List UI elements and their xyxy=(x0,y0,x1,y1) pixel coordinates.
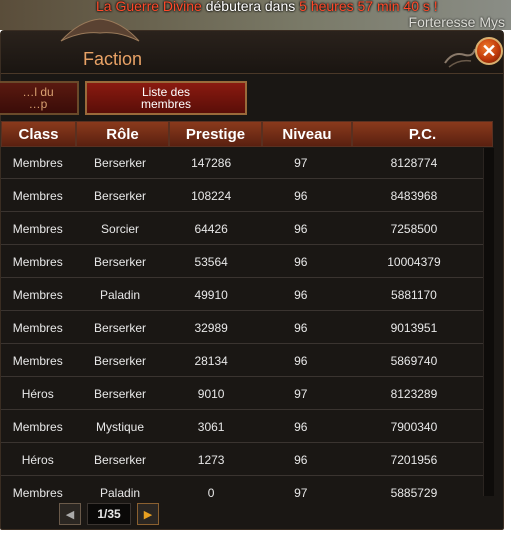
cell-level: 97 xyxy=(294,387,308,401)
cell-pc: 7201956 xyxy=(390,453,438,467)
cell-class: Membres xyxy=(12,189,63,203)
table-row[interactable]: Héros Berserker 1273 96 7201956 xyxy=(1,445,483,476)
cell-prestige: 49910 xyxy=(194,288,228,302)
column-header-pc[interactable]: P.C. xyxy=(352,121,493,147)
cell-role: Berserker xyxy=(94,156,147,170)
member-table-body: Membres Berserker 147286 97 8128774 Membres Be… xyxy=(1,148,483,498)
cell-level: 97 xyxy=(294,156,308,170)
map-place-label: Forteresse Mys xyxy=(408,14,505,30)
cell-prestige: 3061 xyxy=(197,420,225,434)
cell-role: Berserker xyxy=(94,189,147,203)
cell-class: Membres xyxy=(12,420,63,434)
cell-prestige: 108224 xyxy=(191,189,232,203)
table-row[interactable]: Membres Berserker 108224 96 8483968 xyxy=(1,181,483,212)
table-row[interactable]: Membres Paladin 49910 96 5881170 xyxy=(1,280,483,311)
cell-level: 96 xyxy=(294,288,308,302)
cell-prestige: 53564 xyxy=(194,255,228,269)
cell-pc: 8128774 xyxy=(390,156,438,170)
tab-member-list[interactable]: Liste des membres xyxy=(85,81,247,115)
cell-prestige: 64426 xyxy=(194,222,228,236)
cell-pc: 5885729 xyxy=(390,486,438,498)
cell-class: Membres xyxy=(12,321,63,335)
column-header-prestige[interactable]: Prestige xyxy=(169,121,262,147)
cell-class: Membres xyxy=(12,156,63,170)
cell-pc: 8123289 xyxy=(390,387,438,401)
pagination: ◀ 1/35 ▶ xyxy=(59,503,159,525)
next-arrow-icon: ▶ xyxy=(143,508,153,521)
prev-arrow-icon: ◀ xyxy=(65,508,75,521)
cell-role: Mystique xyxy=(96,420,145,434)
cell-class: Membres xyxy=(12,486,63,498)
cell-level: 96 xyxy=(294,222,308,236)
table-row[interactable]: Héros Berserker 9010 97 8123289 xyxy=(1,379,483,410)
cell-pc: 7258500 xyxy=(390,222,438,236)
tab-label: Liste des membres xyxy=(140,85,191,111)
prev-page-button[interactable]: ◀ xyxy=(59,503,81,525)
cell-pc: 9013951 xyxy=(390,321,438,335)
cell-prestige: 28134 xyxy=(194,354,228,368)
wing-ornament-icon xyxy=(60,18,140,42)
event-name: La Guerre Divine xyxy=(96,0,202,14)
cell-pc: 5869740 xyxy=(390,354,438,368)
table-header: Class Rôle Prestige Niveau P.C. xyxy=(1,121,493,147)
cell-level: 96 xyxy=(294,354,308,368)
cell-pc: 8483968 xyxy=(390,189,438,203)
cell-level: 96 xyxy=(294,321,308,335)
cell-role: Sorcier xyxy=(101,222,140,236)
table-row[interactable]: Membres Paladin 0 97 5885729 xyxy=(1,478,483,498)
cell-role: Berserker xyxy=(94,387,147,401)
column-header-class[interactable]: Class xyxy=(1,121,76,147)
cell-role: Berserker xyxy=(94,354,147,368)
cell-pc: 5881170 xyxy=(391,288,437,302)
cell-role: Paladin xyxy=(100,288,141,302)
faction-window: Faction ✕ …l du …p Liste des membres Cla… xyxy=(0,18,504,530)
table-row[interactable]: Membres Berserker 147286 97 8128774 xyxy=(1,148,483,179)
column-header-role[interactable]: Rôle xyxy=(76,121,169,147)
flourish-icon xyxy=(444,48,476,68)
table-row[interactable]: Membres Berserker 28134 96 5869740 xyxy=(1,346,483,377)
cell-prestige: 1273 xyxy=(197,453,225,467)
cell-level: 96 xyxy=(294,255,308,269)
cell-class: Membres xyxy=(12,288,63,302)
cell-level: 97 xyxy=(294,486,308,498)
event-announcement: La Guerre Divine débutera dans 5 heures … xyxy=(96,0,438,14)
cell-class: Héros xyxy=(21,387,54,401)
tab-partial[interactable]: …l du …p xyxy=(0,81,79,115)
event-text: débutera dans xyxy=(205,0,296,14)
cell-class: Héros xyxy=(21,453,54,467)
event-time: 5 heures 57 min 40 s xyxy=(299,0,430,14)
page-indicator: 1/35 xyxy=(87,503,131,525)
cell-level: 96 xyxy=(294,453,308,467)
cell-class: Membres xyxy=(12,354,63,368)
cell-role: Paladin xyxy=(100,486,141,498)
close-button[interactable]: ✕ xyxy=(475,37,503,65)
cell-role: Berserker xyxy=(94,255,147,269)
cell-prestige: 147286 xyxy=(191,156,232,170)
table-row[interactable]: Membres Mystique 3061 96 7900340 xyxy=(1,412,483,443)
table-scrollbar[interactable] xyxy=(483,148,494,496)
cell-class: Membres xyxy=(12,222,63,236)
cell-role: Berserker xyxy=(94,321,147,335)
next-page-button[interactable]: ▶ xyxy=(137,503,159,525)
event-suffix: ! xyxy=(433,0,438,14)
cell-prestige: 32989 xyxy=(194,321,228,335)
column-header-level[interactable]: Niveau xyxy=(262,121,352,147)
cell-prestige: 9010 xyxy=(197,387,225,401)
close-icon: ✕ xyxy=(481,40,497,61)
window-title: Faction xyxy=(83,49,143,69)
window-titlebar: Faction ✕ xyxy=(1,18,503,74)
cell-pc: 7900340 xyxy=(390,420,438,434)
cell-prestige: 0 xyxy=(207,486,215,498)
cell-role: Berserker xyxy=(94,453,147,467)
cell-level: 96 xyxy=(294,420,308,434)
table-row[interactable]: Membres Berserker 53564 96 10004379 xyxy=(1,247,483,278)
table-row[interactable]: Membres Berserker 32989 96 9013951 xyxy=(1,313,483,344)
cell-class: Membres xyxy=(12,255,63,269)
tab-label: …l du …p xyxy=(22,85,54,111)
cell-pc: 10004379 xyxy=(387,255,441,269)
cell-level: 96 xyxy=(294,189,308,203)
table-row[interactable]: Membres Sorcier 64426 96 7258500 xyxy=(1,214,483,245)
